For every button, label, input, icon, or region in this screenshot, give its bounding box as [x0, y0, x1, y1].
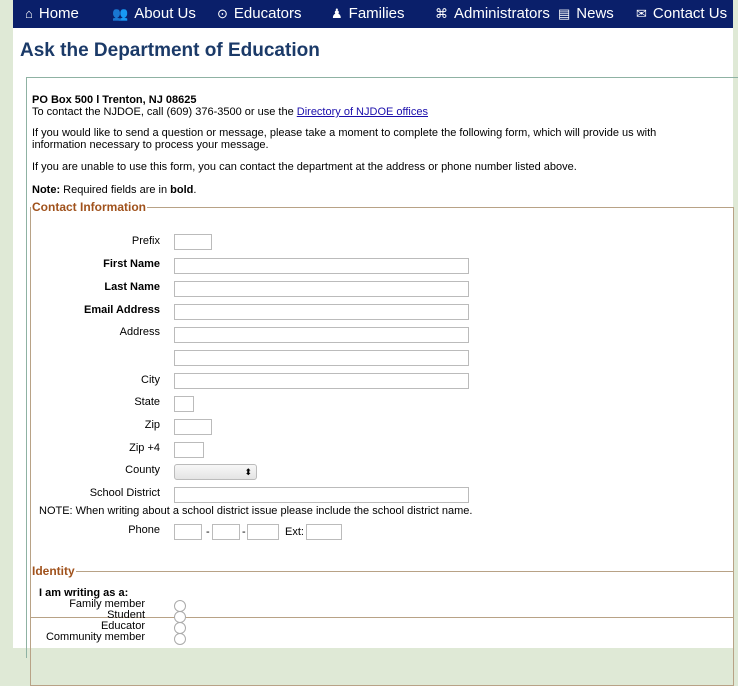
address-line2-input[interactable]: [174, 350, 469, 366]
nav-about-us[interactable]: 👥 About Us: [112, 0, 196, 28]
select-arrows-icon: ⬍: [244, 467, 252, 477]
address-label: Address: [119, 326, 160, 338]
intro-text-3: If you are unable to use this form, you …: [32, 161, 577, 173]
nav-home[interactable]: ⌂ Home: [25, 0, 79, 28]
zip-label: Zip: [144, 419, 160, 431]
intro-text-1: If you would like to send a question or …: [32, 127, 657, 139]
ext-input[interactable]: [306, 524, 342, 540]
required-note: Note: Required fields are in bold.: [32, 184, 197, 196]
phone-dash-1: -: [206, 526, 210, 538]
nav-contact-us[interactable]: ✉ Contact Us: [636, 0, 727, 28]
email-label: Email Address: [83, 304, 160, 316]
state-label: State: [134, 396, 160, 408]
phone-label: Phone: [128, 524, 160, 536]
first-name-label: First Name: [103, 258, 160, 270]
prefix-input[interactable]: [174, 234, 212, 250]
contact-line: To contact the NJDOE, call (609) 376-350…: [32, 106, 428, 118]
county-label: County: [125, 464, 160, 476]
directory-link[interactable]: Directory of NJDOE offices: [297, 106, 428, 118]
family-icon: ♟: [331, 6, 343, 21]
school-district-label: School District: [89, 487, 160, 499]
school-district-input[interactable]: [174, 487, 469, 503]
phone-dash-2: -: [242, 526, 246, 538]
school-district-note: NOTE: When writing about a school distri…: [39, 505, 473, 517]
page: ⌂ Home 👥 About Us ⊙ Educators ♟ Families ⌘ Ad…: [13, 0, 738, 686]
zip4-input[interactable]: [174, 442, 204, 458]
prefix-label: Prefix: [131, 235, 160, 247]
email-input[interactable]: [174, 304, 469, 320]
educators-icon: ⊙: [217, 6, 228, 21]
people-icon: 👥: [112, 6, 129, 21]
city-label: City: [141, 374, 160, 386]
envelope-icon: ✉: [636, 6, 647, 21]
address-line1-input[interactable]: [174, 327, 469, 343]
nav-administrators[interactable]: ⌘ Administrators: [435, 0, 550, 28]
identity-legend: Identity: [32, 564, 75, 578]
community-member-label: Community member: [45, 631, 145, 643]
last-name-input[interactable]: [174, 281, 469, 297]
page-title: Ask the Department of Education: [20, 40, 320, 61]
home-icon: ⌂: [25, 6, 33, 21]
top-nav: ⌂ Home 👥 About Us ⊙ Educators ♟ Families ⌘ Ad…: [13, 0, 733, 28]
intro-text-2: information necessary to process your me…: [32, 139, 269, 151]
nav-news[interactable]: ▤ News: [558, 0, 614, 28]
phone-prefix-input[interactable]: [212, 524, 240, 540]
ext-label: Ext:: [285, 526, 304, 538]
building-icon: ⌘: [435, 6, 448, 21]
state-input[interactable]: [174, 396, 194, 412]
zip-input[interactable]: [174, 419, 212, 435]
contact-information-legend: Contact Information: [32, 200, 146, 214]
nav-families[interactable]: ♟ Families: [331, 0, 405, 28]
content-box: PO Box 500 l Trenton, NJ 08625 To contac…: [26, 77, 738, 686]
community-member-radio[interactable]: [174, 633, 186, 645]
address-line: PO Box 500 l Trenton, NJ 08625: [32, 94, 197, 106]
city-input[interactable]: [174, 373, 469, 389]
nav-educators[interactable]: ⊙ Educators: [217, 0, 301, 28]
first-name-input[interactable]: [174, 258, 469, 274]
phone-line-input[interactable]: [247, 524, 279, 540]
zip4-label: Zip +4: [129, 442, 160, 454]
news-icon: ▤: [558, 6, 571, 21]
last-name-label: Last Name: [104, 281, 160, 293]
county-select[interactable]: ⬍: [174, 464, 257, 480]
phone-area-input[interactable]: [174, 524, 202, 540]
